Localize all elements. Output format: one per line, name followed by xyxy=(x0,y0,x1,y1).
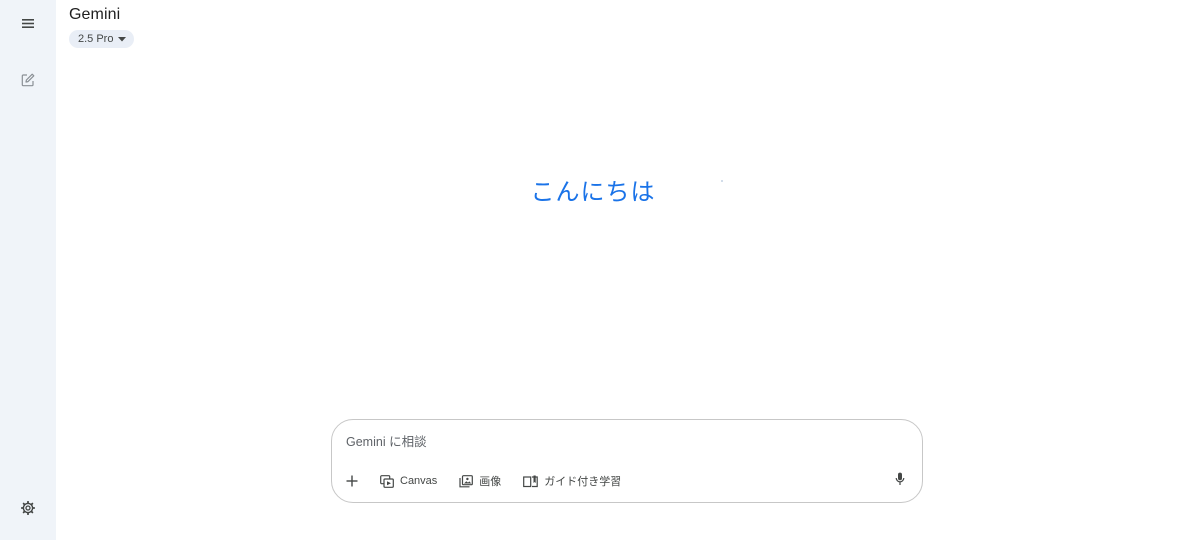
app-title: Gemini xyxy=(69,6,121,23)
plus-icon xyxy=(346,475,358,487)
new-chat-button[interactable] xyxy=(14,66,42,94)
settings-icon xyxy=(21,501,35,515)
guided-learning-button[interactable]: ガイド付き学習 xyxy=(517,469,627,493)
microphone-button[interactable] xyxy=(890,471,910,491)
new-chat-icon xyxy=(21,73,35,87)
canvas-button[interactable]: Canvas xyxy=(374,469,443,493)
microphone-icon xyxy=(895,472,905,491)
canvas-icon xyxy=(380,474,394,488)
guided-learning-label: ガイド付き学習 xyxy=(544,476,622,488)
sidebar xyxy=(0,0,56,540)
settings-button[interactable] xyxy=(14,494,42,522)
image-label: 画像 xyxy=(479,476,502,488)
add-files-button[interactable] xyxy=(342,469,364,493)
image-icon xyxy=(459,474,474,488)
greeting-text: こんにちは xyxy=(530,179,656,206)
main-menu-button[interactable] xyxy=(14,9,42,37)
prompt-composer: Canvas 画像 xyxy=(331,419,923,503)
model-selector[interactable]: 2.5 Pro xyxy=(69,30,135,48)
guided-learning-icon xyxy=(523,475,539,488)
composer-toolbar: Canvas 画像 ガイド付き学習 xyxy=(342,469,627,493)
caret-down-icon xyxy=(118,36,127,42)
greeting-sparkle xyxy=(721,180,723,182)
app-window: Gemini 2.5 Pro こんにちは Gemini に相談 Canvas 画… xyxy=(0,0,1200,540)
prompt-input[interactable] xyxy=(346,432,886,452)
menu-icon xyxy=(22,18,34,28)
canvas-label: Canvas xyxy=(400,475,438,487)
image-button[interactable]: 画像 xyxy=(453,469,507,493)
model-label: 2.5 Pro xyxy=(78,33,114,45)
